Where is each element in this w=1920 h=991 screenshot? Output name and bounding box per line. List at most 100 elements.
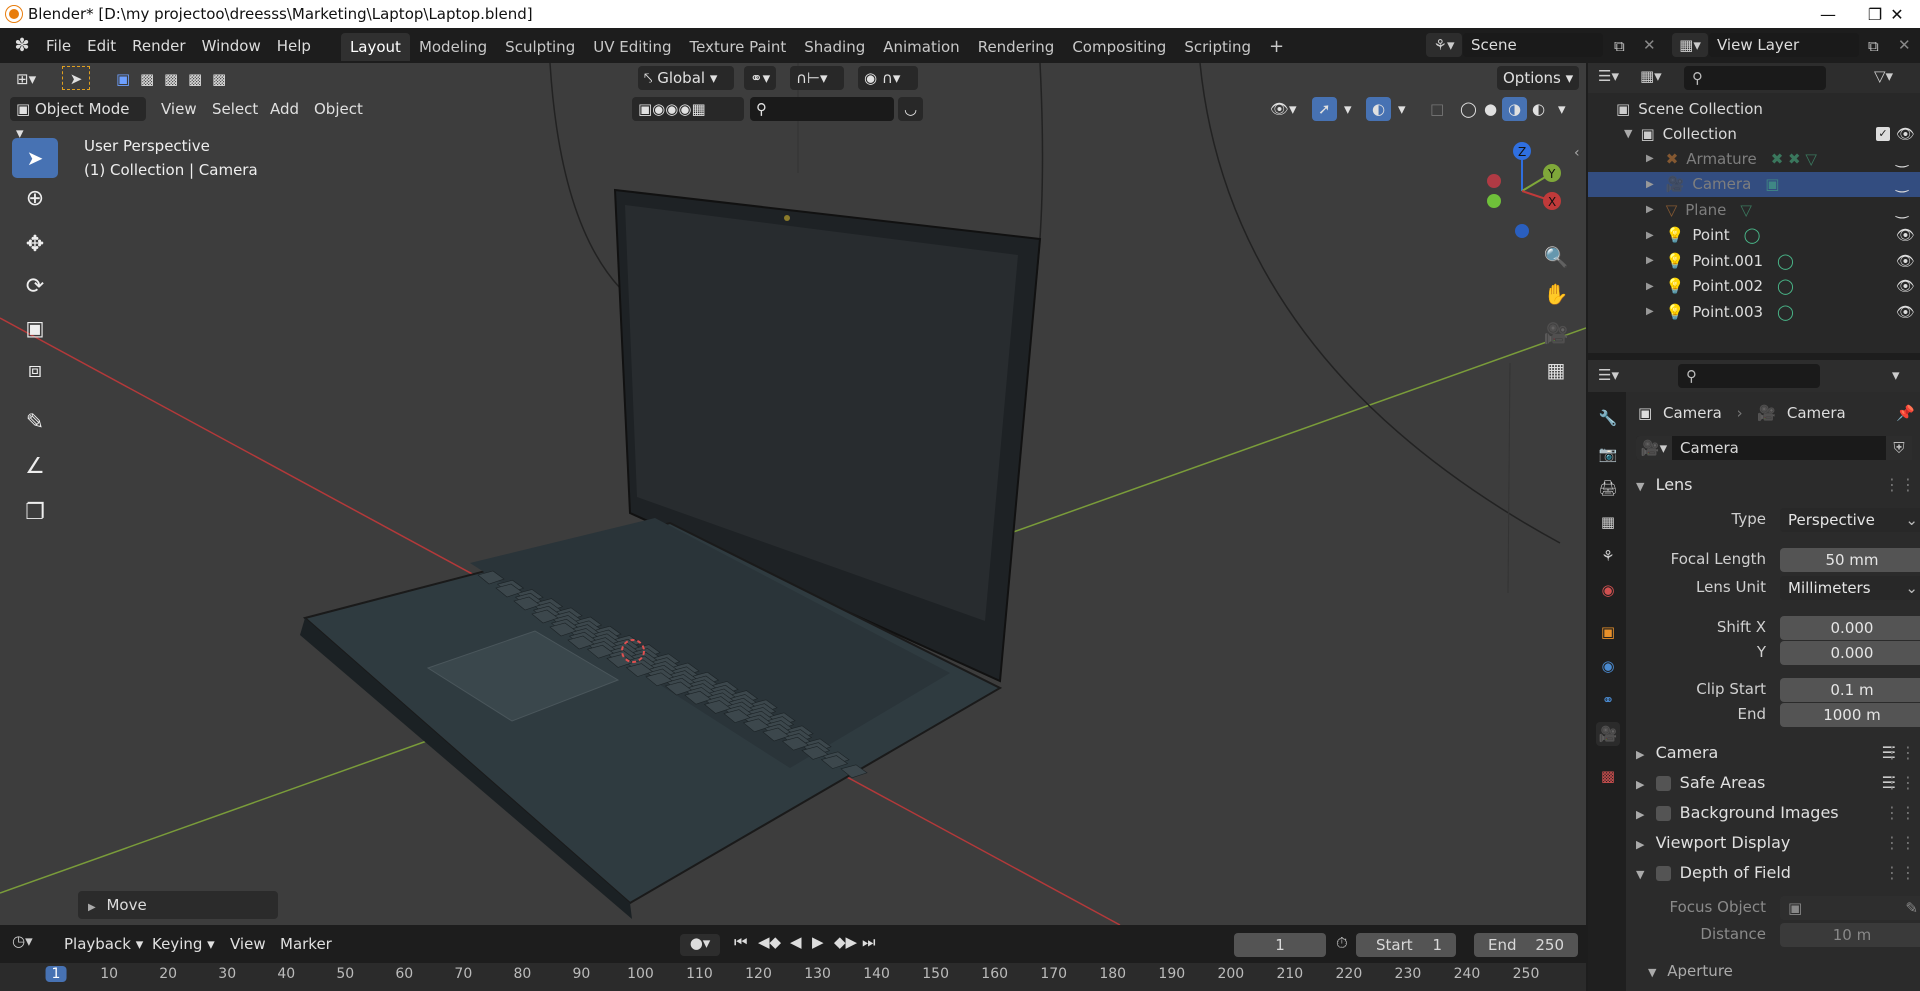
select-mode-invert-icon[interactable]: ▩ (182, 67, 208, 91)
tool-cursor[interactable]: ⊕ (12, 178, 58, 218)
safe-areas-section-header[interactable]: ▶ Safe Areas ☰ ⋮⋮ (1636, 770, 1916, 796)
eyedropper-icon[interactable]: ✎ (1905, 896, 1918, 920)
outliner-item-point-001[interactable]: ▶ 💡 Point.001 ◯ 👁 (1588, 248, 1920, 273)
focal-length-field[interactable]: 50 mm (1780, 548, 1920, 572)
physics-tab-icon[interactable]: ◉ (1596, 654, 1620, 678)
new-scene-icon[interactable]: ⧉ (1614, 37, 1625, 55)
drag-handle-icon[interactable]: ⋮⋮ (1884, 770, 1916, 796)
camera-browse-icon[interactable]: 🎥▾ (1636, 436, 1672, 460)
object-data-icon[interactable]: ▣ (1765, 175, 1779, 193)
gizmo-neg-x-handle[interactable] (1487, 174, 1501, 188)
tool-scale[interactable]: ▣ (12, 308, 58, 348)
visibility-eye-icon[interactable]: 👁 (1896, 252, 1915, 270)
menu-marker[interactable]: Marker (274, 932, 338, 956)
camera-view-icon[interactable]: 🎥 (1540, 317, 1572, 349)
lens-unit-dropdown[interactable]: Millimeters ⌄ (1780, 576, 1920, 600)
drag-handle-icon[interactable]: ⋮⋮ (1884, 740, 1916, 766)
shading-material-icon[interactable]: ◑ (1502, 97, 1528, 121)
tab-compositing[interactable]: Compositing (1063, 33, 1175, 61)
camera-section-header[interactable]: ▶ Camera ☰ ⋮⋮ (1636, 740, 1916, 766)
tab-shading[interactable]: Shading (795, 33, 874, 61)
background-images-checkbox[interactable] (1655, 806, 1671, 821)
select-mode-intersect-icon[interactable]: ▩ (206, 67, 232, 91)
menu-help[interactable]: Help (269, 33, 319, 59)
aperture-section-header[interactable]: ▼ Aperture (1648, 958, 1733, 984)
menu-add[interactable]: Add (264, 97, 305, 121)
menu-view[interactable]: View (155, 97, 203, 121)
display-mode-icon[interactable]: ▦▾ (1640, 67, 1662, 85)
expand-arrow-icon[interactable]: ▶ (1646, 204, 1654, 215)
outliner-item-point-003[interactable]: ▶ 💡 Point.003 ◯ 👁 (1588, 299, 1920, 324)
expand-arrow-icon[interactable]: ▶ (1646, 153, 1654, 164)
gizmo-neg-z-handle[interactable] (1515, 224, 1529, 238)
collection-visibility-icons[interactable]: ▣◉◉◉▦ (632, 97, 744, 121)
shading-rendered-icon[interactable]: ◐ (1526, 97, 1551, 121)
tab-layout[interactable]: Layout (340, 33, 410, 61)
outliner-item-point-002[interactable]: ▶ 💡 Point.002 ◯ 👁 (1588, 274, 1920, 299)
outliner-scene-collection[interactable]: ▣ Scene Collection (1588, 96, 1920, 121)
menu-file[interactable]: File (38, 33, 79, 59)
gizmo-dropdown-icon[interactable]: ▾ (1338, 97, 1358, 121)
transform-orientation-dropdown[interactable]: ⤣ Global ▾ (638, 66, 734, 90)
menu-edit[interactable]: Edit (79, 33, 124, 59)
object-data-icon[interactable]: ◯ (1744, 226, 1761, 244)
minimize-button[interactable]: — (1805, 0, 1851, 28)
object-mode-dropdown[interactable]: ▣ Object Mode ▾ (10, 97, 146, 142)
zoom-icon[interactable]: 🔍 (1540, 241, 1572, 273)
texture-tab-icon[interactable]: ▩ (1596, 764, 1620, 788)
tool-add-cube[interactable]: ❐ (12, 492, 58, 532)
tab-animation[interactable]: Animation (874, 33, 968, 61)
gizmo-neg-y-handle[interactable] (1487, 194, 1501, 208)
outliner-item-camera[interactable]: ▶ 🎥 Camera ▣ ‿ (1588, 171, 1920, 197)
overlays-toggle-icon[interactable]: ◐ (1366, 97, 1392, 121)
outliner-item-point[interactable]: ▶ 💡 Point ◯ 👁 (1588, 223, 1920, 248)
preview-range-stopwatch-icon[interactable]: ⏱ (1336, 934, 1348, 952)
select-tool-icon[interactable]: ➤ (62, 66, 90, 90)
datablock-name[interactable]: Camera (1680, 439, 1739, 457)
object-data-icon[interactable]: ◯ (1777, 252, 1794, 270)
view-layer-browse-icon[interactable]: ▦▾ (1672, 33, 1708, 57)
outliner-item-plane[interactable]: ▶ ▽ Plane ▽ ‿ (1588, 197, 1920, 222)
fake-user-shield-icon[interactable]: ⛨ (1886, 436, 1912, 460)
datablock-selector[interactable]: 🎥▾ Camera ⛨ (1636, 436, 1912, 460)
tab-scripting[interactable]: Scripting (1175, 33, 1260, 61)
object-tab-icon[interactable]: ▣ (1596, 620, 1620, 644)
clip-end-field[interactable]: 1000 m (1780, 703, 1920, 727)
expand-arrow-icon[interactable]: ▶ (1646, 281, 1654, 292)
shading-solid-icon[interactable]: ● (1478, 97, 1503, 121)
frame-start-field[interactable]: Start 1 (1356, 933, 1456, 957)
depth-of-field-section-header[interactable]: ▼ Depth of Field ⋮⋮ (1636, 860, 1916, 886)
depth-of-field-checkbox[interactable] (1655, 866, 1671, 881)
tab-rendering[interactable]: Rendering (969, 33, 1064, 61)
object-data-icon[interactable]: ✖ ✖ ▽ (1771, 150, 1817, 168)
select-mode-subtract-icon[interactable]: ▩ (158, 67, 184, 91)
tab-modeling[interactable]: Modeling (410, 33, 496, 61)
add-workspace-icon[interactable]: + (1260, 33, 1293, 61)
expand-arrow-icon[interactable]: ▼ (1624, 127, 1632, 140)
constraints-tab-icon[interactable]: ⚭ (1596, 688, 1620, 712)
drag-handle-icon[interactable]: ⋮⋮ (1884, 860, 1916, 886)
tab-sculpting[interactable]: Sculpting (496, 33, 584, 61)
view-layer-field[interactable]: View Layer (1709, 33, 1859, 57)
pivot-point-icon[interactable]: ⚭▾ (744, 66, 777, 90)
view-layer-tab-icon[interactable]: ▦ (1596, 510, 1620, 534)
delete-scene-icon[interactable]: ✕ (1643, 36, 1656, 54)
xray-toggle-icon[interactable]: □ (1424, 97, 1450, 121)
menu-window[interactable]: Window (194, 33, 269, 59)
sidebar-toggle-icon[interactable]: ‹ (1574, 145, 1580, 161)
jump-prev-keyframe-icon[interactable]: ◀◆ (758, 933, 781, 951)
shading-dropdown-icon[interactable]: ▾ (1552, 97, 1572, 121)
tool-rotate[interactable]: ⟳ (12, 266, 58, 306)
lens-section-header[interactable]: ▼ Lens ⋮⋮ (1636, 472, 1916, 498)
expand-arrow-icon[interactable]: ▶ (1646, 255, 1654, 266)
outliner-item-armature[interactable]: ▶ ✖ Armature ✖ ✖ ▽ ‿ (1588, 146, 1920, 171)
drag-handle-icon[interactable]: ⋮⋮ (1884, 800, 1916, 826)
tab-uv-editing[interactable]: UV Editing (584, 33, 680, 61)
object-data-icon[interactable]: ▽ (1740, 201, 1752, 219)
playback-menu[interactable]: Playback ▾ (58, 932, 149, 956)
safe-areas-checkbox[interactable] (1655, 776, 1671, 791)
select-mode-extend-icon[interactable]: ▩ (134, 67, 160, 91)
drag-handle-icon[interactable]: ⋮⋮ (1884, 830, 1916, 856)
properties-editor-type-icon[interactable]: ☰▾ (1598, 366, 1619, 384)
scene-tab-icon[interactable]: ⚘ (1596, 544, 1620, 568)
